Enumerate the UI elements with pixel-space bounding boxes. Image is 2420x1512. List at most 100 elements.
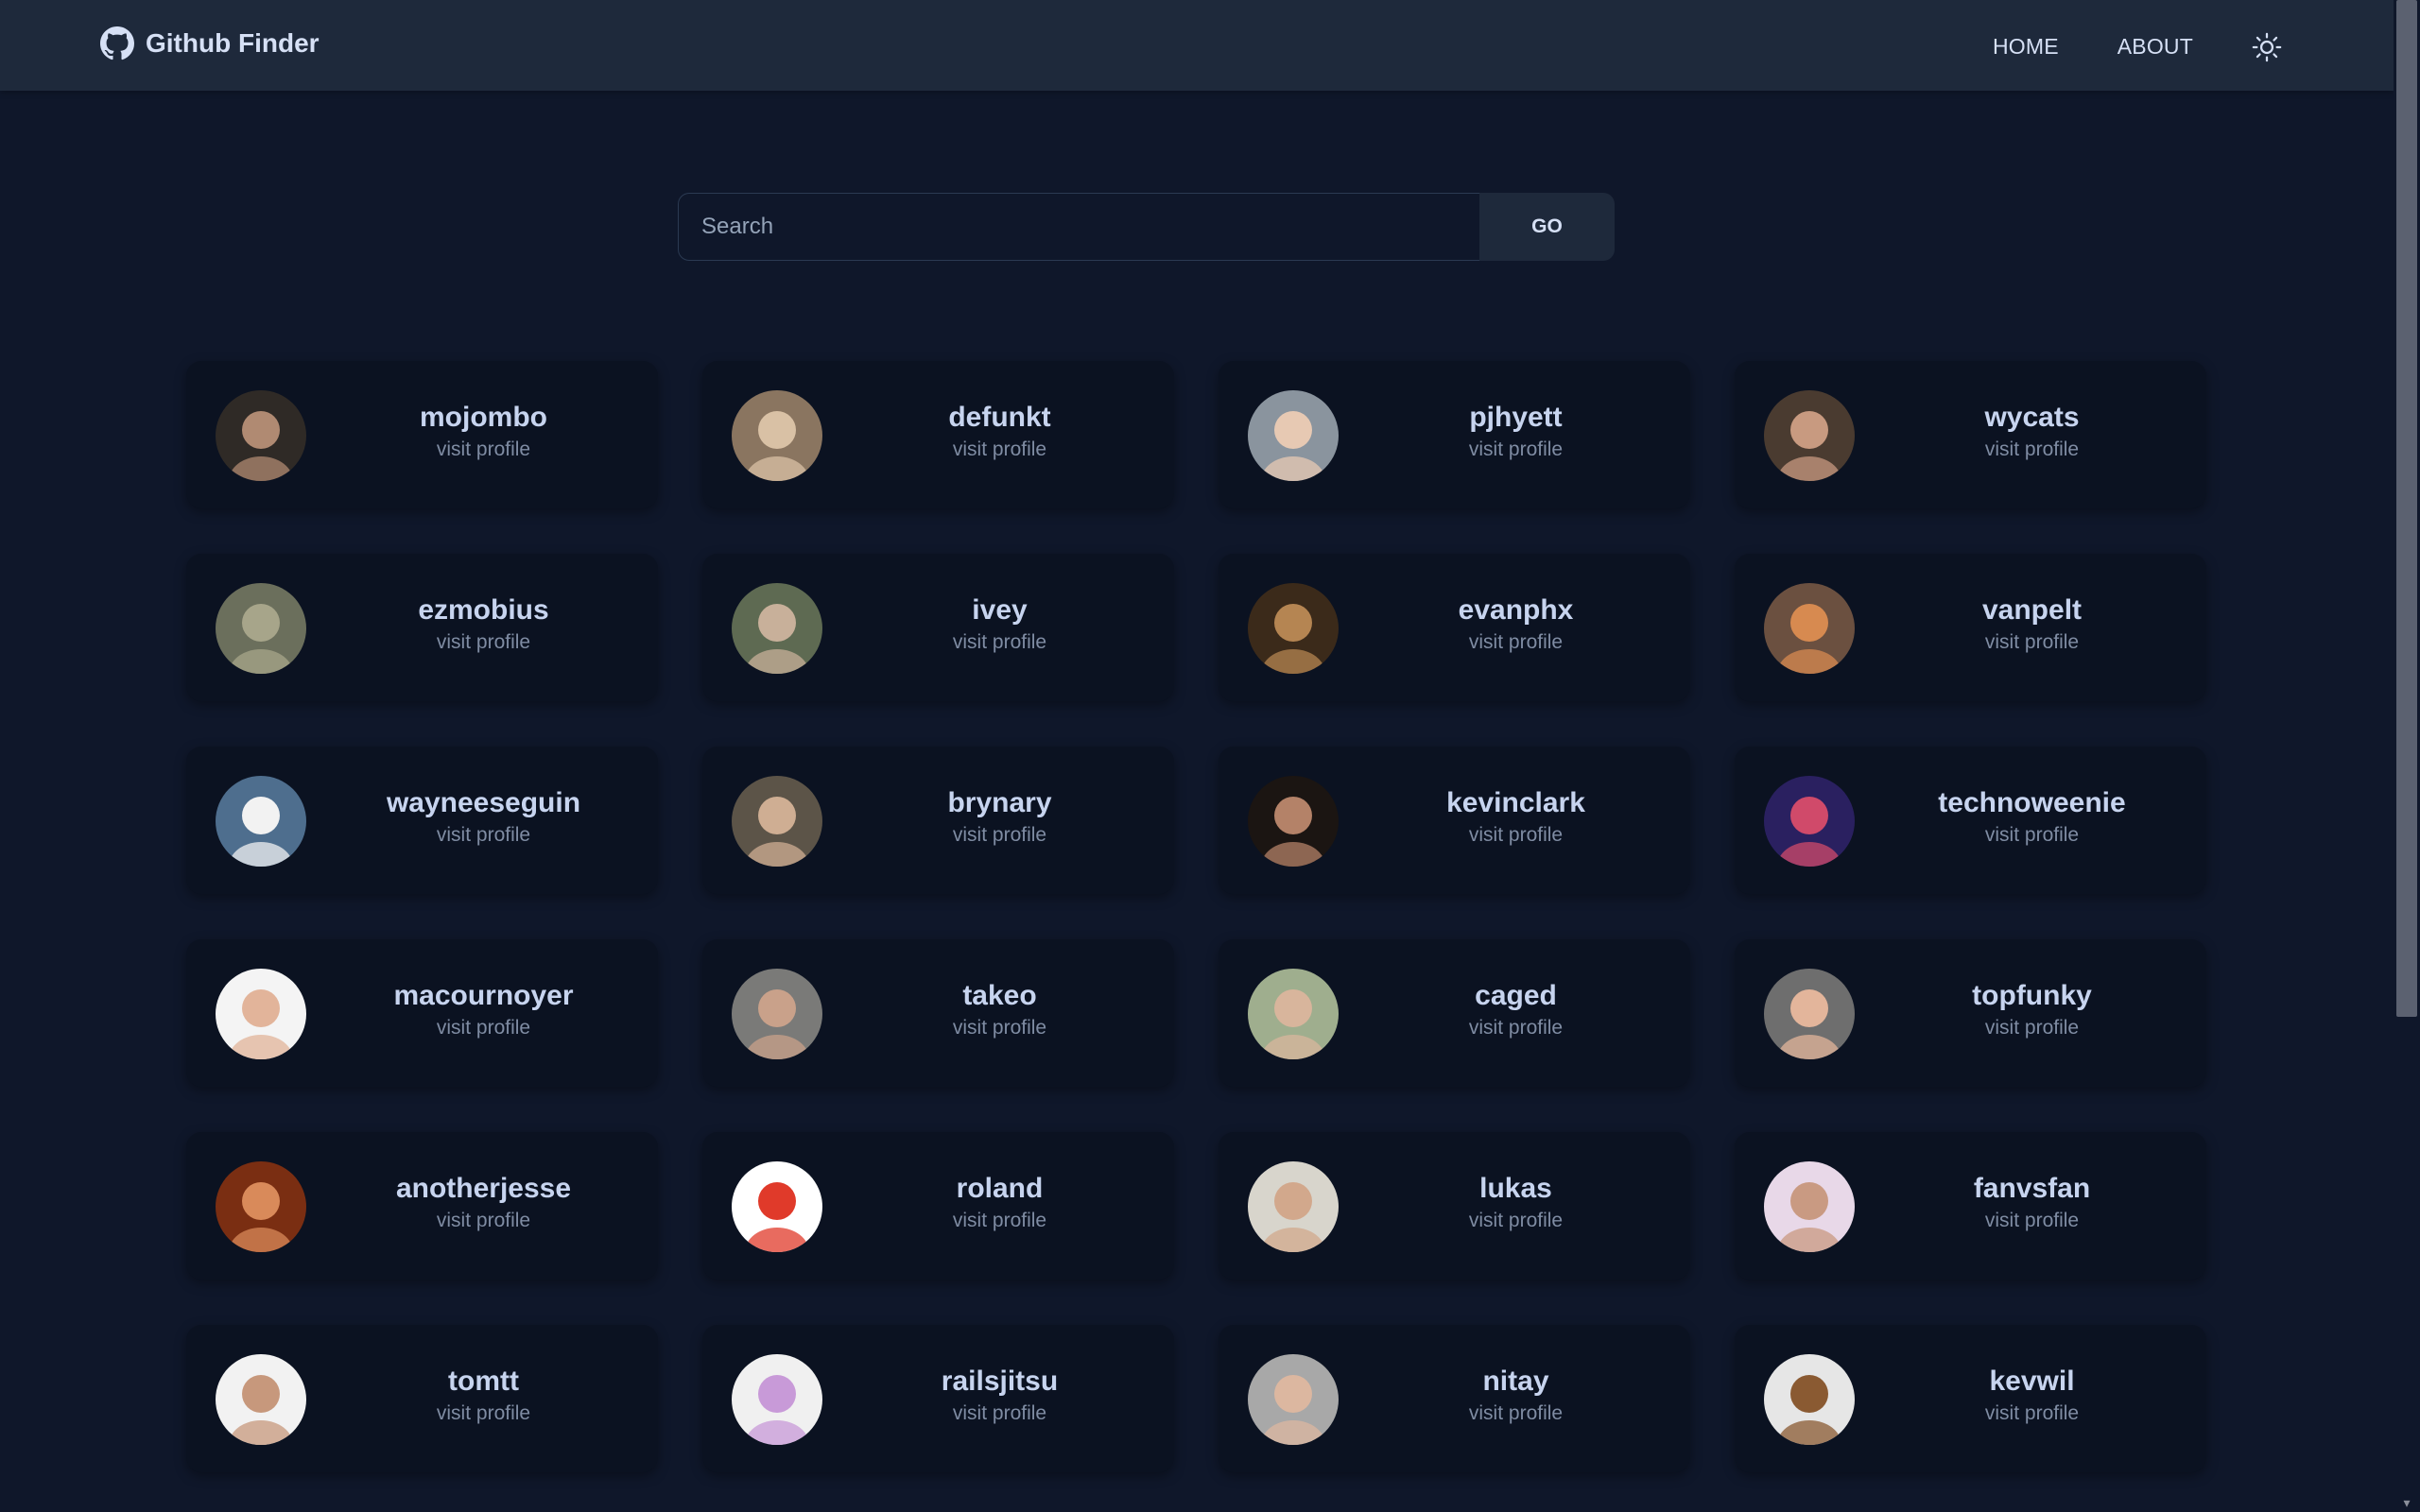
nav-home-link[interactable]: HOME	[1974, 23, 2078, 71]
search-go-button[interactable]: GO	[1479, 193, 1615, 261]
user-avatar[interactable]	[1248, 1161, 1339, 1252]
scrollbar[interactable]: ▴ ▾	[2394, 0, 2420, 1512]
user-avatar[interactable]	[216, 583, 306, 674]
user-avatar[interactable]	[1248, 1354, 1339, 1445]
user-avatar[interactable]	[1248, 583, 1339, 674]
visit-profile-link[interactable]: visit profile	[328, 824, 639, 847]
visit-profile-link[interactable]: visit profile	[328, 1210, 639, 1232]
visit-profile-link[interactable]: visit profile	[1360, 1017, 1671, 1040]
user-info: railsjitsu visit profile	[844, 1365, 1155, 1425]
visit-profile-link[interactable]: visit profile	[844, 438, 1155, 461]
user-avatar[interactable]	[732, 776, 822, 867]
visit-profile-link[interactable]: visit profile	[328, 631, 639, 654]
username: defunkt	[948, 402, 1051, 433]
avatar-image	[216, 1354, 306, 1445]
brand-link[interactable]: Github Finder	[100, 26, 320, 60]
user-card: anotherjesse visit profile	[186, 1132, 658, 1280]
avatar-image	[1764, 583, 1855, 674]
user-grid: mojombo visit profile defunkt visit profile…	[186, 361, 2206, 1472]
visit-profile-link[interactable]: visit profile	[328, 1402, 639, 1425]
user-avatar[interactable]	[1764, 390, 1855, 481]
user-card: wayneeseguin visit profile	[186, 747, 658, 894]
avatar-image	[1764, 969, 1855, 1059]
avatar-image	[732, 1354, 822, 1445]
user-avatar[interactable]	[732, 1354, 822, 1445]
user-avatar[interactable]	[732, 1161, 822, 1252]
user-avatar[interactable]	[1764, 776, 1855, 867]
user-card: caged visit profile	[1219, 939, 1690, 1087]
user-avatar[interactable]	[216, 390, 306, 481]
search-input[interactable]	[678, 193, 1479, 261]
user-avatar[interactable]	[1248, 390, 1339, 481]
visit-profile-link[interactable]: visit profile	[1876, 1210, 2187, 1232]
user-info: ivey visit profile	[844, 593, 1155, 654]
user-card: takeo visit profile	[702, 939, 1174, 1087]
theme-toggle-button[interactable]	[2246, 26, 2288, 68]
visit-profile-link[interactable]: visit profile	[1876, 1402, 2187, 1425]
visit-profile-link[interactable]: visit profile	[844, 1210, 1155, 1232]
avatar-image	[1248, 969, 1339, 1059]
user-card: wycats visit profile	[1735, 361, 2206, 508]
username: tomtt	[448, 1366, 519, 1397]
avatar-image	[732, 390, 822, 481]
user-avatar[interactable]	[216, 776, 306, 867]
user-avatar[interactable]	[1764, 583, 1855, 674]
avatar-image	[216, 969, 306, 1059]
visit-profile-link[interactable]: visit profile	[1876, 1017, 2187, 1040]
user-card: kevwil visit profile	[1735, 1325, 2206, 1472]
scrollbar-thumb[interactable]	[2396, 0, 2417, 1017]
user-info: wayneeseguin visit profile	[328, 786, 639, 847]
user-avatar[interactable]	[1764, 1161, 1855, 1252]
user-avatar[interactable]	[1764, 1354, 1855, 1445]
username: pjhyett	[1469, 402, 1563, 433]
user-card: tomtt visit profile	[186, 1325, 658, 1472]
username: nitay	[1482, 1366, 1549, 1397]
visit-profile-link[interactable]: visit profile	[1876, 824, 2187, 847]
visit-profile-link[interactable]: visit profile	[1360, 1402, 1671, 1425]
avatar-image	[1764, 390, 1855, 481]
visit-profile-link[interactable]: visit profile	[1360, 824, 1671, 847]
nav-about-link[interactable]: ABOUT	[2099, 23, 2212, 71]
user-avatar[interactable]	[1248, 969, 1339, 1059]
visit-profile-link[interactable]: visit profile	[844, 824, 1155, 847]
user-card: defunkt visit profile	[702, 361, 1174, 508]
search-form: GO	[678, 193, 1615, 261]
visit-profile-link[interactable]: visit profile	[844, 1402, 1155, 1425]
user-avatar[interactable]	[216, 1354, 306, 1445]
avatar-image	[1248, 1354, 1339, 1445]
user-card: technoweenie visit profile	[1735, 747, 2206, 894]
avatar-image	[732, 969, 822, 1059]
username: mojombo	[420, 402, 547, 433]
user-avatar[interactable]	[216, 969, 306, 1059]
user-info: caged visit profile	[1360, 979, 1671, 1040]
visit-profile-link[interactable]: visit profile	[328, 438, 639, 461]
user-avatar[interactable]	[732, 583, 822, 674]
visit-profile-link[interactable]: visit profile	[328, 1017, 639, 1040]
username: evanphx	[1458, 594, 1574, 626]
user-info: technoweenie visit profile	[1876, 786, 2187, 847]
user-info: fanvsfan visit profile	[1876, 1172, 2187, 1232]
user-info: kevwil visit profile	[1876, 1365, 2187, 1425]
visit-profile-link[interactable]: visit profile	[1360, 1210, 1671, 1232]
visit-profile-link[interactable]: visit profile	[844, 631, 1155, 654]
avatar-image	[1248, 583, 1339, 674]
visit-profile-link[interactable]: visit profile	[1360, 438, 1671, 461]
user-info: ezmobius visit profile	[328, 593, 639, 654]
visit-profile-link[interactable]: visit profile	[1876, 438, 2187, 461]
user-info: pjhyett visit profile	[1360, 401, 1671, 461]
visit-profile-link[interactable]: visit profile	[1360, 631, 1671, 654]
user-avatar[interactable]	[1248, 776, 1339, 867]
visit-profile-link[interactable]: visit profile	[1876, 631, 2187, 654]
avatar-image	[1248, 776, 1339, 867]
user-avatar[interactable]	[1764, 969, 1855, 1059]
username: brynary	[947, 787, 1052, 818]
user-avatar[interactable]	[732, 969, 822, 1059]
scroll-down-arrow-icon[interactable]: ▾	[2399, 1495, 2414, 1510]
username: macournoyer	[393, 980, 574, 1011]
username: vanpelt	[1981, 594, 2083, 626]
avatar-image	[1248, 390, 1339, 481]
user-avatar[interactable]	[732, 390, 822, 481]
app-title: Github Finder	[146, 28, 320, 58]
visit-profile-link[interactable]: visit profile	[844, 1017, 1155, 1040]
user-avatar[interactable]	[216, 1161, 306, 1252]
